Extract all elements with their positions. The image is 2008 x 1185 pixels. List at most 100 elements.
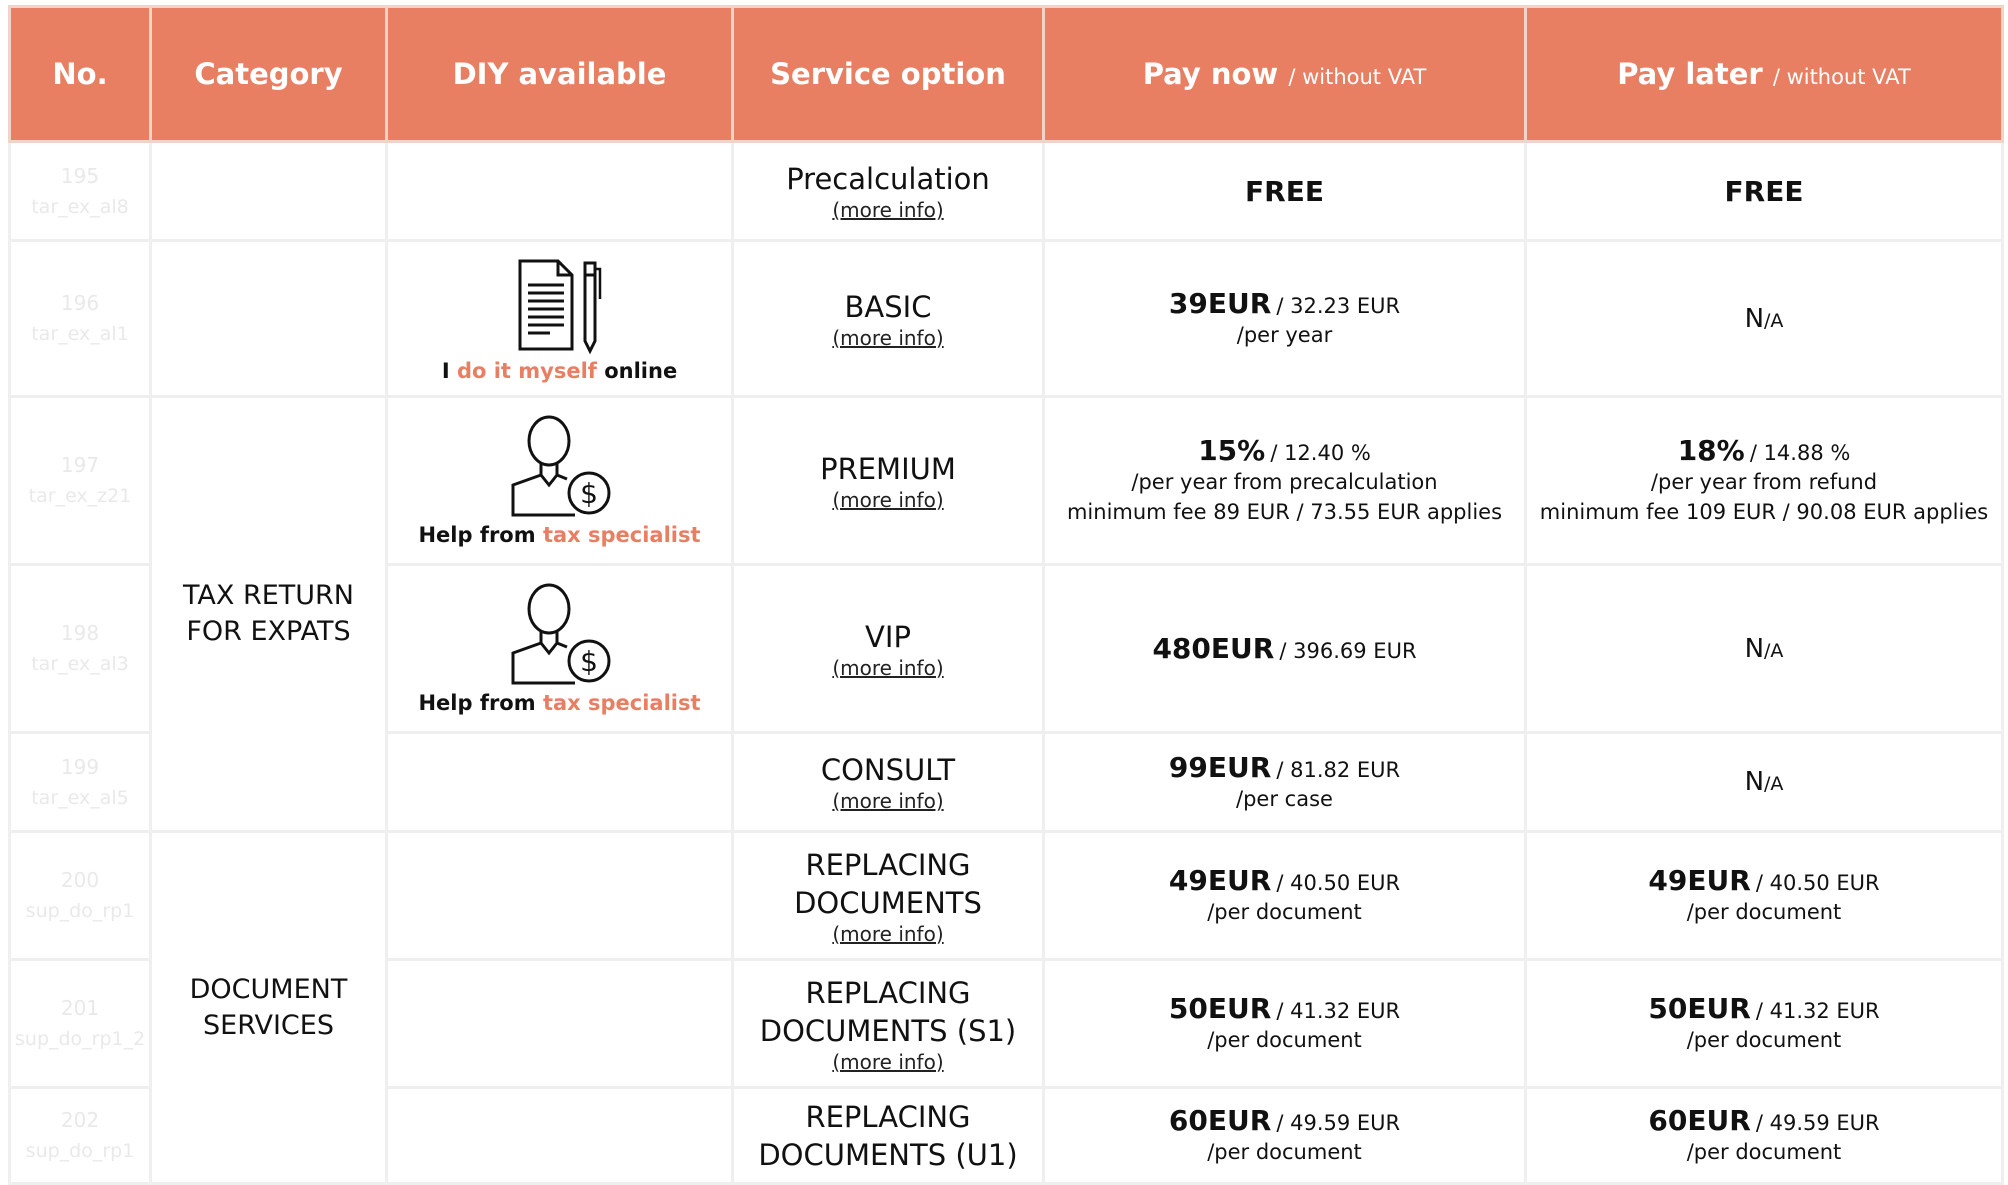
pay-now-cell: 50EUR / 41.32 EUR /per document [1042, 958, 1527, 1089]
price-net: / 32.23 EUR [1276, 294, 1401, 318]
more-info-link[interactable]: (more info) [738, 789, 1038, 813]
header-service: Service option [731, 5, 1045, 143]
service-cell: REPLACING DOCUMENTS (S1) (more info) [731, 958, 1045, 1089]
diy-cell: $ Help from tax specialist [385, 395, 734, 566]
price-net: / 41.32 EUR [1276, 999, 1401, 1023]
price-main: 49EUR [1648, 864, 1751, 897]
price-net: / 12.40 % [1270, 441, 1371, 465]
row-number: 200 [60, 868, 100, 892]
row-number: 195 [60, 163, 100, 188]
service-name: DOCUMENTS (U1) [758, 1137, 1018, 1172]
row-number-cell: 199 tar_ex_al5 [8, 731, 152, 833]
table-row: 195 tar_ex_al8 Precalculation (more info… [8, 140, 2004, 242]
row-number: 199 [60, 754, 100, 779]
price-main: 480EUR [1152, 632, 1275, 665]
diy-cell-empty [385, 731, 734, 833]
diy-caption-accent: do it myself [456, 358, 597, 383]
service-name: Precalculation [786, 162, 990, 196]
category-cell-empty [149, 140, 388, 242]
price-note: /per document [1686, 1140, 1842, 1164]
diy-cell: $ Help from tax specialist [385, 563, 734, 734]
service-name: PREMIUM [820, 451, 956, 486]
price-net: / 396.69 EUR [1279, 639, 1417, 663]
pay-now-label: Pay now [1142, 57, 1279, 91]
price-note: /per year from precalculation [1131, 470, 1438, 494]
price-note: /per year from refund [1650, 470, 1878, 494]
service-cell: CONSULT (more info) [731, 731, 1045, 833]
price-net: / 40.50 EUR [1755, 871, 1880, 895]
price-net: / 49.59 EUR [1276, 1111, 1401, 1135]
price-note: /per document [1686, 1028, 1842, 1052]
price-main: 15% [1198, 434, 1266, 467]
service-name: CONSULT [820, 753, 956, 787]
row-code: tar_ex_al3 [31, 653, 129, 675]
pay-now-cell: 15% / 12.40 % /per year from precalculat… [1042, 395, 1527, 566]
price-note: /per document [1686, 900, 1842, 924]
category-cell: DOCUMENT SERVICES [149, 830, 388, 1185]
diy-cell: I do it myself online [385, 239, 734, 398]
price-note: /per case [1236, 786, 1333, 811]
row-number: 198 [60, 621, 100, 645]
pay-now-cell: 39EUR / 32.23 EUR /per year [1042, 239, 1527, 398]
pay-later-label: Pay later [1617, 57, 1763, 91]
service-cell: REPLACING DOCUMENTS (U1) [731, 1086, 1045, 1185]
not-available: N/A [1745, 634, 1784, 664]
service-name: REPLACING [805, 847, 971, 882]
price-note: /per year [1236, 323, 1333, 347]
row-number-cell: 195 tar_ex_al8 [8, 140, 152, 242]
price-main: 18% [1677, 434, 1745, 467]
price-net: / 14.88 % [1749, 441, 1851, 465]
pay-now-cell: 99EUR / 81.82 EUR /per case [1042, 731, 1527, 833]
price-main: 50EUR [1168, 992, 1272, 1025]
row-code: tar_ex_al8 [31, 195, 129, 218]
row-code: tar_ex_al5 [31, 786, 129, 809]
row-code: sup_do_rp1 [25, 1140, 135, 1162]
price-main: 60EUR [1168, 1104, 1272, 1137]
svg-text:$: $ [580, 477, 598, 510]
free-label: FREE [1724, 174, 1804, 208]
service-name: BASIC [844, 289, 932, 324]
price-main: 99EUR [1168, 750, 1272, 784]
pay-now-cell: 49EUR / 40.50 EUR /per document [1042, 830, 1527, 961]
specialist-dollar-icon: $ [392, 415, 727, 519]
more-info-link[interactable]: (more info) [738, 922, 1038, 946]
pay-later-cell: 60EUR / 49.59 EUR /per document [1524, 1086, 2004, 1185]
category-line: TAX RETURN [183, 580, 354, 611]
na-big: N [1744, 303, 1765, 334]
not-available: N/A [1745, 304, 1784, 334]
header-no: No. [8, 5, 152, 143]
diy-caption: I do it myself online [392, 359, 727, 383]
pay-later-cell: FREE [1524, 140, 2004, 242]
more-info-link[interactable]: (more info) [738, 656, 1038, 680]
pay-later-cell: 18% / 14.88 % /per year from refund mini… [1524, 395, 2004, 566]
category-line: SERVICES [203, 1009, 334, 1041]
header-pay-later: Pay later / without VAT [1524, 5, 2004, 143]
free-label: FREE [1245, 174, 1324, 208]
price-net: / 40.50 EUR [1276, 871, 1401, 895]
specialist-dollar-icon: $ [392, 583, 727, 687]
diy-cell-empty [385, 958, 734, 1089]
service-name: DOCUMENTS [794, 885, 982, 920]
na-big: N [1744, 633, 1765, 664]
row-code: tar_ex_z21 [28, 485, 132, 507]
more-info-link[interactable]: (more info) [738, 198, 1038, 222]
more-info-link[interactable]: (more info) [738, 488, 1038, 512]
row-number-cell: 198 tar_ex_al3 [8, 563, 152, 734]
diy-cell-empty [385, 140, 734, 242]
more-info-link[interactable]: (more info) [738, 326, 1038, 350]
diy-caption-pre: Help from [418, 690, 543, 715]
service-cell: REPLACING DOCUMENTS (more info) [731, 830, 1045, 961]
document-pen-icon [392, 255, 727, 355]
more-info-link[interactable]: (more info) [738, 1050, 1038, 1074]
service-cell: VIP (more info) [731, 563, 1045, 734]
service-name: REPLACING [805, 975, 971, 1010]
diy-caption: Help from tax specialist [392, 691, 727, 715]
row-number-cell: 197 tar_ex_z21 [8, 395, 152, 566]
pricing-table: No. Category DIY available Service optio… [8, 5, 2004, 1185]
price-main: 60EUR [1648, 1104, 1751, 1137]
diy-cell-empty [385, 1086, 734, 1185]
diy-caption-accent: tax specialist [542, 522, 701, 547]
service-name: VIP [865, 619, 911, 654]
price-main: 39EUR [1168, 287, 1272, 320]
category-line: FOR EXPATS [186, 616, 351, 647]
